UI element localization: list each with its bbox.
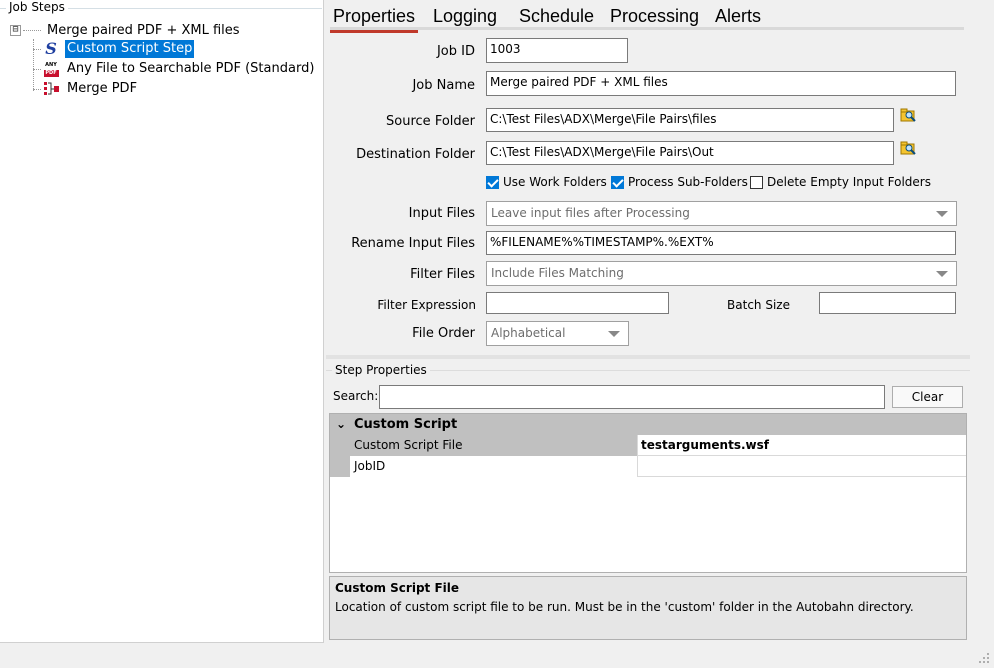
chevron-down-icon[interactable]: ⌄ (336, 414, 346, 435)
filter-expression-field[interactable] (486, 292, 669, 314)
source-folder-field[interactable]: C:\Test Files\ADX\Merge\File Pairs\files (486, 108, 894, 132)
script-icon: S (45, 39, 57, 58)
property-row[interactable]: JobID (330, 456, 966, 477)
filter-files-label: Filter Files (410, 267, 475, 282)
category-custom-script[interactable]: ⌄ Custom Script (330, 414, 966, 435)
batch-size-label: Batch Size (727, 298, 790, 312)
job-id-label: Job ID (436, 44, 475, 59)
tree-item-custom-script-step[interactable]: S Custom Script Step (33, 39, 195, 59)
section-divider (326, 355, 970, 359)
search-input[interactable] (379, 385, 885, 409)
input-files-label: Input Files (408, 206, 475, 221)
tree-item-any-file-to-searchable-pdf[interactable]: ANY PDF Any File to Searchable PDF (Stan… (33, 59, 316, 79)
tree-item-merge-pdf[interactable]: Merge PDF (33, 79, 139, 99)
browse-folder-icon[interactable] (900, 108, 917, 123)
step-label[interactable]: Any File to Searchable PDF (Standard) (65, 60, 316, 78)
destination-folder-label: Destination Folder (356, 147, 475, 162)
file-order-label: File Order (412, 326, 475, 341)
merge-pdf-icon (43, 81, 59, 97)
clear-button[interactable]: Clear (892, 386, 963, 408)
file-order-dropdown[interactable]: Alphabetical (486, 321, 629, 346)
description-text: Location of custom script file to be run… (335, 600, 914, 614)
property-value[interactable] (638, 456, 966, 477)
anypdf-icon: ANY PDF (43, 61, 59, 77)
property-description-panel: Custom Script File Location of custom sc… (329, 576, 967, 640)
step-label[interactable]: Merge PDF (65, 80, 139, 98)
delete-empty-input-folders-checkbox[interactable]: Delete Empty Input Folders (750, 175, 931, 189)
step-properties-title: Step Properties (332, 363, 430, 377)
property-grid: ⌄ Custom Script Custom Script File testa… (329, 413, 967, 573)
property-key[interactable]: JobID (350, 456, 638, 477)
job-steps-title: Job Steps (6, 0, 68, 14)
job-name-field[interactable]: Merge paired PDF + XML files (486, 71, 956, 96)
checkbox-checked[interactable] (486, 175, 499, 189)
step-label[interactable]: Custom Script Step (65, 40, 195, 58)
description-title: Custom Script File (335, 581, 460, 595)
browse-folder-icon[interactable] (900, 141, 917, 156)
tab-logging[interactable]: Logging (430, 4, 500, 30)
tab-schedule[interactable]: Schedule (516, 4, 597, 30)
tab-bar: Properties Logging Schedule Processing A… (330, 4, 964, 33)
tree-connector (23, 29, 41, 31)
batch-size-field[interactable] (819, 292, 956, 314)
source-folder-label: Source Folder (386, 114, 475, 129)
dropdown-caret-icon (936, 271, 948, 277)
dropdown-caret-icon (936, 211, 948, 217)
destination-folder-field[interactable]: C:\Test Files\ADX\Merge\File Pairs\Out (486, 141, 894, 165)
job-name-label: Job Name (412, 78, 475, 93)
property-key[interactable]: Custom Script File (350, 435, 638, 456)
job-label[interactable]: Merge paired PDF + XML files (47, 23, 240, 38)
property-row[interactable]: Custom Script File testarguments.wsf (330, 435, 966, 456)
tab-properties[interactable]: Properties (330, 4, 419, 33)
rename-input-files-label: Rename Input Files (351, 236, 475, 251)
rename-input-files-field[interactable]: %FILENAME%%TIMESTAMP%.%EXT% (486, 231, 956, 255)
property-value[interactable]: testarguments.wsf (638, 435, 966, 456)
resize-grip-icon[interactable] (978, 652, 990, 664)
search-label: Search: (333, 389, 379, 403)
tab-processing[interactable]: Processing (607, 4, 702, 30)
job-steps-panel: Job Steps ⊟ Merge paired PDF + XML files… (0, 0, 324, 643)
checkbox-unchecked[interactable] (750, 175, 763, 189)
filter-files-dropdown[interactable]: Include Files Matching (486, 261, 957, 286)
checkbox-checked[interactable] (611, 175, 624, 189)
tab-alerts[interactable]: Alerts (712, 4, 764, 30)
tree-root-job[interactable]: ⊟ Merge paired PDF + XML files (10, 21, 240, 39)
job-id-field[interactable]: 1003 (486, 38, 628, 63)
use-work-folders-checkbox[interactable]: Use Work Folders (486, 175, 607, 189)
process-sub-folders-checkbox[interactable]: Process Sub-Folders (611, 175, 748, 189)
filter-expression-label: Filter Expression (377, 298, 476, 312)
collapse-icon[interactable]: ⊟ (10, 24, 21, 36)
input-files-dropdown[interactable]: Leave input files after Processing (486, 201, 957, 226)
dropdown-caret-icon (608, 331, 620, 337)
category-label: Custom Script (354, 417, 458, 432)
